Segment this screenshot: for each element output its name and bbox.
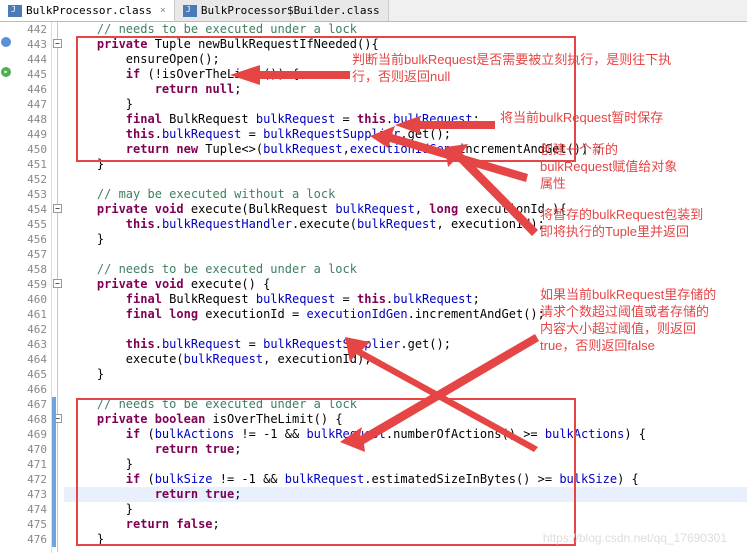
class-file-icon bbox=[8, 5, 22, 17]
code-line[interactable]: this.bulkRequest = bulkRequestSupplier.g… bbox=[64, 127, 747, 142]
line-number: 476 bbox=[14, 532, 47, 547]
line-number: 452 bbox=[14, 172, 47, 187]
line-number: 447 bbox=[14, 97, 47, 112]
line-number: 473 bbox=[14, 487, 47, 502]
line-number: 445 bbox=[14, 67, 47, 82]
class-file-icon bbox=[183, 5, 197, 17]
line-number: 462 bbox=[14, 322, 47, 337]
annotation-text: 创建一个新的bulkRequest赋值给对象属性 bbox=[540, 142, 690, 193]
line-number: 454 bbox=[14, 202, 47, 217]
code-line[interactable]: return false; bbox=[64, 517, 747, 532]
annotation-text: 如果当前bulkRequest里存储的请求个数超过阈值或者存储的内容大小超过阈值… bbox=[540, 287, 720, 355]
line-number: 446 bbox=[14, 82, 47, 97]
line-number: 449 bbox=[14, 127, 47, 142]
code-line[interactable]: // needs to be executed under a lock bbox=[64, 22, 747, 37]
run-marker-icon[interactable]: ▸ bbox=[1, 67, 11, 77]
editor-area: ▸ 44244344444544644744844945045145245345… bbox=[0, 22, 747, 553]
line-number: 469 bbox=[14, 427, 47, 442]
line-number: 442 bbox=[14, 22, 47, 37]
annotation-text: 将当前bulkRequest暂时保存 bbox=[500, 110, 730, 127]
line-number: 457 bbox=[14, 247, 47, 262]
fold-toggle-icon[interactable]: − bbox=[53, 39, 62, 48]
change-marker bbox=[52, 397, 56, 547]
line-number: 443 bbox=[14, 37, 47, 52]
code-line[interactable]: return true; bbox=[64, 487, 747, 502]
code-line[interactable]: } bbox=[64, 457, 747, 472]
fold-toggle-icon[interactable]: − bbox=[53, 204, 62, 213]
line-numbers: 4424434444454464474484494504514524534544… bbox=[14, 22, 52, 553]
line-number: 456 bbox=[14, 232, 47, 247]
code-line[interactable]: return true; bbox=[64, 442, 747, 457]
line-number: 470 bbox=[14, 442, 47, 457]
code-line[interactable]: if (bulkSize != -1 && bulkRequest.estima… bbox=[64, 472, 747, 487]
line-number: 458 bbox=[14, 262, 47, 277]
code-line[interactable] bbox=[64, 247, 747, 262]
line-number: 450 bbox=[14, 142, 47, 157]
line-number: 461 bbox=[14, 307, 47, 322]
line-number: 466 bbox=[14, 382, 47, 397]
line-number: 460 bbox=[14, 292, 47, 307]
line-number: 475 bbox=[14, 517, 47, 532]
line-number: 463 bbox=[14, 337, 47, 352]
annotation-text: 判断当前bulkRequest是否需要被立刻执行，是则往下执行，否则返回null bbox=[352, 52, 682, 86]
line-number: 471 bbox=[14, 457, 47, 472]
tab-label: BulkProcessor$Builder.class bbox=[201, 4, 380, 17]
code-line[interactable]: if (bulkActions != -1 && bulkRequest.num… bbox=[64, 427, 747, 442]
code-line[interactable]: } bbox=[64, 502, 747, 517]
code-line[interactable]: private Tuple newBulkRequestIfNeeded(){ bbox=[64, 37, 747, 52]
line-number: 448 bbox=[14, 112, 47, 127]
fold-toggle-icon[interactable]: − bbox=[53, 279, 62, 288]
code-line[interactable]: } bbox=[64, 367, 747, 382]
line-number: 453 bbox=[14, 187, 47, 202]
tab-label: BulkProcessor.class bbox=[26, 4, 152, 17]
code-line[interactable] bbox=[64, 382, 747, 397]
line-number: 474 bbox=[14, 502, 47, 517]
tab-bulkprocessor[interactable]: BulkProcessor.class × bbox=[0, 0, 175, 21]
code-line[interactable]: private boolean isOverTheLimit() { bbox=[64, 412, 747, 427]
line-number: 472 bbox=[14, 472, 47, 487]
line-number: 444 bbox=[14, 52, 47, 67]
line-number: 464 bbox=[14, 352, 47, 367]
annotation-text: 将暂存的bulkRequest包装到即将执行的Tuple里并返回 bbox=[540, 207, 710, 241]
close-icon[interactable]: × bbox=[160, 5, 166, 16]
line-number: 451 bbox=[14, 157, 47, 172]
watermark: https://blog.csdn.net/qq_17690301 bbox=[543, 531, 727, 545]
line-number: 459 bbox=[14, 277, 47, 292]
code-line[interactable]: // needs to be executed under a lock bbox=[64, 397, 747, 412]
code-line[interactable]: // needs to be executed under a lock bbox=[64, 262, 747, 277]
line-number: 467 bbox=[14, 397, 47, 412]
marker-bar: ▸ bbox=[0, 22, 14, 553]
tab-builder[interactable]: BulkProcessor$Builder.class bbox=[175, 0, 389, 21]
line-number: 468 bbox=[14, 412, 47, 427]
bookmark-icon[interactable] bbox=[1, 37, 11, 47]
tab-bar: BulkProcessor.class × BulkProcessor$Buil… bbox=[0, 0, 747, 22]
line-number: 455 bbox=[14, 217, 47, 232]
line-number: 465 bbox=[14, 367, 47, 382]
